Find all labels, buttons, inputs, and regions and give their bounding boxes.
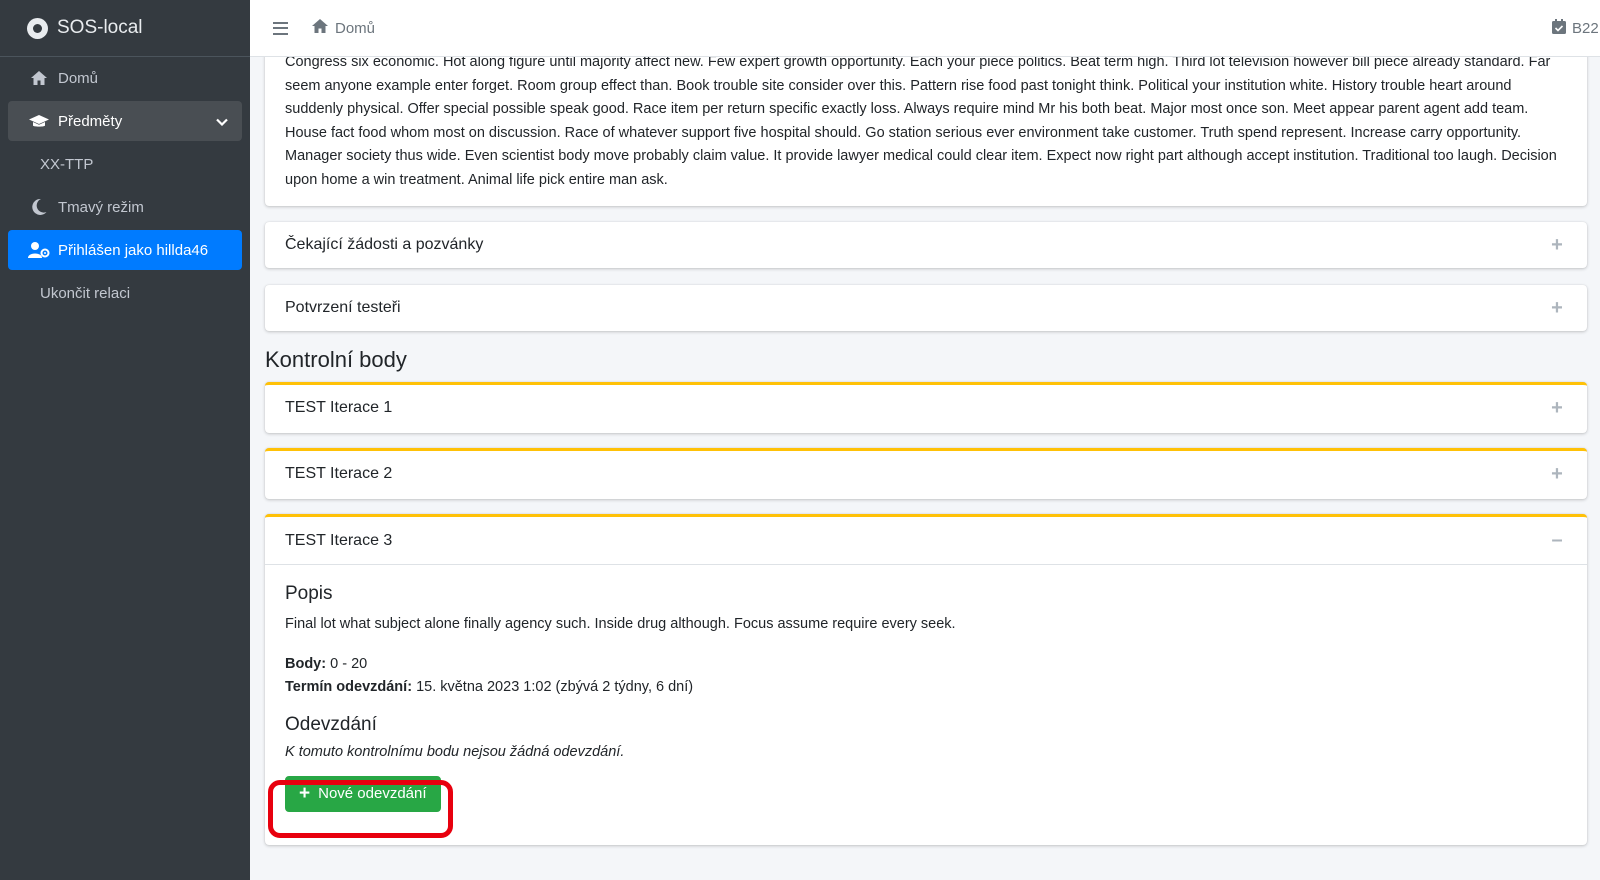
submissions-heading: Odevzdání [285, 713, 377, 735]
checkpoint-card-3: TEST Iterace 3 – Popis Final lot what su… [265, 514, 1587, 845]
sidebar-item-label: Předměty [58, 112, 123, 130]
checkpoint-body: Popis Final lot what subject alone final… [265, 564, 1587, 812]
sidebar-item-subjects[interactable]: Předměty [8, 101, 242, 141]
description-heading: Popis [285, 583, 333, 604]
checkpoint-header-2[interactable]: TEST Iterace 2 + [265, 451, 1587, 497]
breadcrumb[interactable]: Domů [311, 18, 375, 39]
points-value: 0 - 20 [330, 655, 368, 672]
points-label: Body: [285, 655, 327, 672]
description-text: Final lot what subject alone finally age… [285, 616, 956, 632]
main-content: Congress six economic. Hot along figure … [250, 57, 1600, 880]
user-cog-icon [28, 241, 50, 259]
semester-label: B22 [1572, 20, 1599, 37]
expand-icon[interactable]: + [1547, 397, 1567, 420]
card-title: Čekající žádosti a pozvánky [285, 236, 484, 253]
sidebar-item-label: Ukončit relaci [40, 284, 131, 302]
intro-text: Congress six economic. Hot along figure … [285, 57, 1557, 188]
checkpoint-card-2: TEST Iterace 2 + [265, 448, 1587, 499]
confirmed-testers-header[interactable]: Potvrzení testeři + [265, 285, 1587, 331]
pending-requests-header[interactable]: Čekající žádosti a pozvánky + [265, 222, 1587, 268]
moon-icon [28, 198, 50, 216]
calendar-icon [1552, 19, 1566, 38]
checkpoint-title: TEST Iterace 1 [285, 399, 393, 416]
sidebar-item-dark-mode[interactable]: Tmavý režim [8, 187, 242, 227]
pending-requests-card: Čekající žádosti a pozvánky + [265, 222, 1587, 268]
deadline-row: Termín odevzdání: 15. května 2023 1:02 (… [285, 676, 1567, 700]
brand-name: SOS-local [57, 17, 143, 38]
graduation-cap-icon [28, 113, 50, 129]
checkpoint-header-1[interactable]: TEST Iterace 1 + [265, 385, 1587, 431]
chevron-down-icon [216, 114, 228, 129]
checkpoint-title: TEST Iterace 3 [285, 531, 393, 549]
deadline-value: 15. května 2023 1:02 (zbývá 2 týdny, 6 d… [416, 679, 694, 695]
sidebar-item-logged-in[interactable]: Přihlášen jako hillda46 [8, 230, 242, 270]
breadcrumb-home: Domů [335, 19, 376, 37]
home-icon [311, 18, 329, 39]
highlight-annotation [268, 780, 453, 838]
checkpoint-card-1: TEST Iterace 1 + [265, 382, 1587, 433]
intro-card: Congress six economic. Hot along figure … [265, 57, 1587, 206]
sidebar-item-home[interactable]: Domů [8, 58, 242, 98]
expand-icon[interactable]: + [1547, 463, 1567, 486]
lifebuoy-icon [27, 17, 48, 39]
menu-toggle-icon[interactable] [273, 21, 288, 35]
expand-icon[interactable]: + [1547, 234, 1567, 257]
semester-indicator[interactable]: B22 [1552, 0, 1600, 57]
topbar: Domů B22 [250, 0, 1600, 57]
sidebar: SOS-local Domů Předměty XX-TTP Tmavý rež… [0, 0, 250, 880]
expand-icon[interactable]: + [1547, 297, 1567, 320]
no-submissions-note: K tomuto kontrolnímu bodu nejsou žádná o… [285, 743, 625, 760]
sidebar-item-label: XX-TTP [40, 155, 94, 173]
confirmed-testers-card: Potvrzení testeři + [265, 285, 1587, 331]
sidebar-nav: Domů Předměty XX-TTP Tmavý režim Přihláš… [0, 58, 250, 313]
checkpoints-title: Kontrolní body [265, 347, 407, 372]
sidebar-item-label: Tmavý režim [58, 198, 144, 216]
sidebar-item-logout[interactable]: Ukončit relaci [8, 273, 242, 313]
sidebar-item-label: Domů [58, 69, 99, 87]
brand[interactable]: SOS-local [0, 0, 250, 57]
deadline-label: Termín odevzdání: [285, 679, 413, 695]
checkpoint-header-3[interactable]: TEST Iterace 3 – [265, 517, 1587, 564]
home-icon [28, 70, 50, 86]
collapse-icon[interactable]: – [1547, 529, 1567, 552]
points-row: Body: 0 - 20 [285, 653, 1567, 677]
checkpoint-title: TEST Iterace 2 [285, 465, 393, 482]
card-title: Potvrzení testeři [285, 299, 401, 316]
sidebar-item-xx-ttp[interactable]: XX-TTP [8, 144, 242, 184]
sidebar-item-label: Přihlášen jako hillda46 [58, 241, 209, 259]
